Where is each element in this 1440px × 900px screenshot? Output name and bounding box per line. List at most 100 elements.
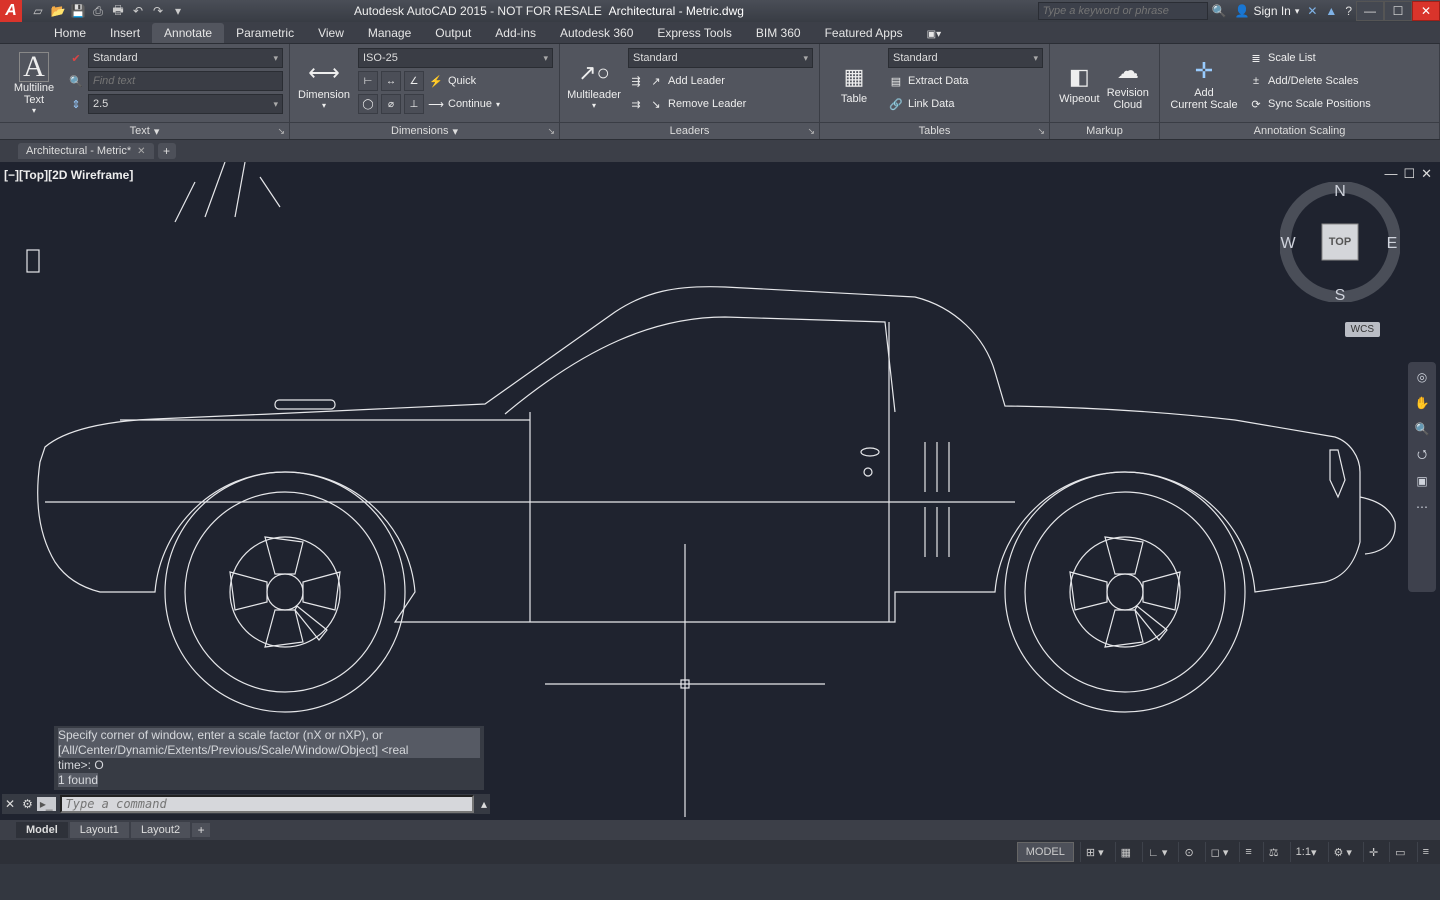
add-delete-scales-button[interactable]: ± Add/Delete Scales <box>1248 71 1433 91</box>
nav-pan-icon[interactable]: ✋ <box>1413 394 1431 412</box>
add-leader-button[interactable]: ⇶ ↗ Add Leader <box>628 71 813 91</box>
document-tab[interactable]: Architectural - Metric* ✕ <box>18 143 154 159</box>
panel-title-dimensions[interactable]: Dimensions ▾↘ <box>290 122 559 139</box>
tab-annotate[interactable]: Annotate <box>152 23 224 43</box>
dim-aligned-icon[interactable]: ↔ <box>381 71 401 91</box>
panel-title-leaders[interactable]: Leaders↘ <box>560 122 819 139</box>
tab-expresstools[interactable]: Express Tools <box>645 23 743 43</box>
dim-style-combo[interactable]: ISO-25▾ <box>358 48 553 68</box>
app-icon[interactable]: A <box>0 0 22 22</box>
dim-radius-icon[interactable]: ◯ <box>358 94 378 114</box>
nav-orbit-icon[interactable]: ⭯ <box>1413 446 1431 464</box>
signin-button[interactable]: 👤 Sign In ▾ <box>1235 4 1300 18</box>
a360-icon[interactable]: ▲ <box>1325 4 1337 18</box>
status-lineweight-icon[interactable]: ≡ <box>1239 842 1256 862</box>
table-button[interactable]: ▦ Table <box>826 48 882 118</box>
viewcube[interactable]: TOP N S W E <box>1280 182 1400 302</box>
viewcube-e[interactable]: E <box>1387 235 1398 252</box>
text-height-combo[interactable]: 2.5▾ <box>88 94 283 114</box>
add-current-scale-button[interactable]: ✛ Add Current Scale <box>1166 48 1242 118</box>
revision-cloud-button[interactable]: ☁ Revision Cloud <box>1103 48 1153 118</box>
nav-more-icon[interactable]: ⋯ <box>1413 498 1431 516</box>
multiline-text-button[interactable]: A Multiline Text ▾ <box>6 48 62 118</box>
tab-manage[interactable]: Manage <box>356 23 423 43</box>
link-data-button[interactable]: 🔗 Link Data <box>888 94 1043 114</box>
status-ortho-icon[interactable]: ∟ ▾ <box>1142 842 1172 862</box>
qat-save-icon[interactable]: 💾 <box>70 3 86 19</box>
text-style-combo[interactable]: Standard▾ <box>88 48 283 68</box>
nav-zoom-icon[interactable]: 🔍 <box>1413 420 1431 438</box>
wcs-badge[interactable]: WCS <box>1345 322 1380 337</box>
tab-insert[interactable]: Insert <box>98 23 152 43</box>
viewcube-n[interactable]: N <box>1334 183 1346 200</box>
scale-list-button[interactable]: ≣ Scale List <box>1248 48 1433 68</box>
drawing-canvas[interactable]: [−][Top][2D Wireframe] — ☐ ✕ <box>0 162 1440 820</box>
status-gear-icon[interactable]: ⚙ ▾ <box>1328 842 1357 862</box>
status-grid-icon[interactable]: ⊞ ▾ <box>1080 842 1109 862</box>
dimension-button[interactable]: ⟷ Dimension ▾ <box>296 48 352 118</box>
tab-home[interactable]: Home <box>42 23 98 43</box>
continue-dim-button[interactable]: Continue <box>448 98 492 110</box>
remove-leader-button[interactable]: ⇉ ↘ Remove Leader <box>628 94 813 114</box>
layout-tab-layout2[interactable]: Layout2 <box>131 822 190 838</box>
status-osnap-icon[interactable]: ◻ ▾ <box>1205 842 1234 862</box>
sync-scale-positions-button[interactable]: ⟳ Sync Scale Positions <box>1248 94 1433 114</box>
tab-output[interactable]: Output <box>423 23 483 43</box>
status-monitor-icon[interactable]: ▭ <box>1389 842 1410 862</box>
leader-style-combo[interactable]: Standard▾ <box>628 48 813 68</box>
leader-collect-icon[interactable]: ⇉ <box>628 96 644 112</box>
nav-showmotion-icon[interactable]: ▣ <box>1413 472 1431 490</box>
maximize-button[interactable]: ☐ <box>1384 1 1412 21</box>
tab-parametric[interactable]: Parametric <box>224 23 306 43</box>
leader-align-icon[interactable]: ⇶ <box>628 73 644 89</box>
help-search-input[interactable] <box>1038 2 1208 20</box>
viewcube-s[interactable]: S <box>1335 287 1346 302</box>
infocenter-icon[interactable]: 🔍 <box>1212 4 1227 18</box>
quick-dim-button[interactable]: Quick <box>448 75 476 87</box>
close-button[interactable]: ✕ <box>1412 1 1440 21</box>
viewcube-w[interactable]: W <box>1280 235 1296 252</box>
qat-open-icon[interactable]: 📂 <box>50 3 66 19</box>
status-model-button[interactable]: MODEL <box>1017 842 1074 862</box>
dim-diameter-icon[interactable]: ⌀ <box>381 94 401 114</box>
add-layout-button[interactable]: + <box>192 823 210 837</box>
status-plus-icon[interactable]: ✛ <box>1363 842 1383 862</box>
status-annoscale-icon[interactable]: ⚖ <box>1263 842 1284 862</box>
find-text-input[interactable] <box>88 71 283 91</box>
multileader-button[interactable]: ↗○ Multileader ▾ <box>566 48 622 118</box>
qat-more-icon[interactable]: ▾ <box>170 3 186 19</box>
wipeout-button[interactable]: ◧ Wipeout <box>1056 48 1103 118</box>
nav-wheel-icon[interactable]: ◎ <box>1413 368 1431 386</box>
qat-redo-icon[interactable]: ↷ <box>150 3 166 19</box>
find-icon[interactable]: 🔍 <box>68 73 84 89</box>
tab-addins[interactable]: Add-ins <box>483 23 548 43</box>
spellcheck-icon[interactable]: ✔ <box>68 50 84 66</box>
help-icon[interactable]: ? <box>1345 4 1352 18</box>
cmd-close-icon[interactable]: ✕ <box>2 797 18 811</box>
status-polar-icon[interactable]: ⊙ <box>1178 842 1198 862</box>
tab-featuredapps[interactable]: Featured Apps <box>813 23 915 43</box>
close-tab-icon[interactable]: ✕ <box>137 146 145 157</box>
viewcube-top[interactable]: TOP <box>1329 236 1351 248</box>
minimize-button[interactable]: — <box>1356 1 1384 21</box>
panel-title-tables[interactable]: Tables↘ <box>820 122 1049 139</box>
tab-bim360[interactable]: BIM 360 <box>744 23 813 43</box>
layout-tab-model[interactable]: Model <box>16 822 68 838</box>
dim-ordinate-icon[interactable]: ⊥ <box>404 94 424 114</box>
command-input[interactable] <box>60 795 474 813</box>
tab-autodesk360[interactable]: Autodesk 360 <box>548 23 645 43</box>
qat-undo-icon[interactable]: ↶ <box>130 3 146 19</box>
qat-print-icon[interactable]: 🖶 <box>110 3 126 19</box>
qat-saveas-icon[interactable]: ⎙ <box>90 3 106 19</box>
qat-new-icon[interactable]: ▱ <box>30 3 46 19</box>
exchange-icon[interactable]: ✕ <box>1307 4 1317 18</box>
extract-data-button[interactable]: ▤ Extract Data <box>888 71 1043 91</box>
panel-title-text[interactable]: Text ▾↘ <box>0 122 289 139</box>
tab-view[interactable]: View <box>306 23 356 43</box>
status-snap-icon[interactable]: ▦ <box>1115 842 1136 862</box>
layout-tab-layout1[interactable]: Layout1 <box>70 822 129 838</box>
new-document-tab-button[interactable]: + <box>158 143 176 159</box>
tab-overflow-icon[interactable]: ▣▾ <box>915 26 953 43</box>
dim-angular-icon[interactable]: ∠ <box>404 71 424 91</box>
cmd-config-icon[interactable]: ⚙ <box>22 797 33 811</box>
